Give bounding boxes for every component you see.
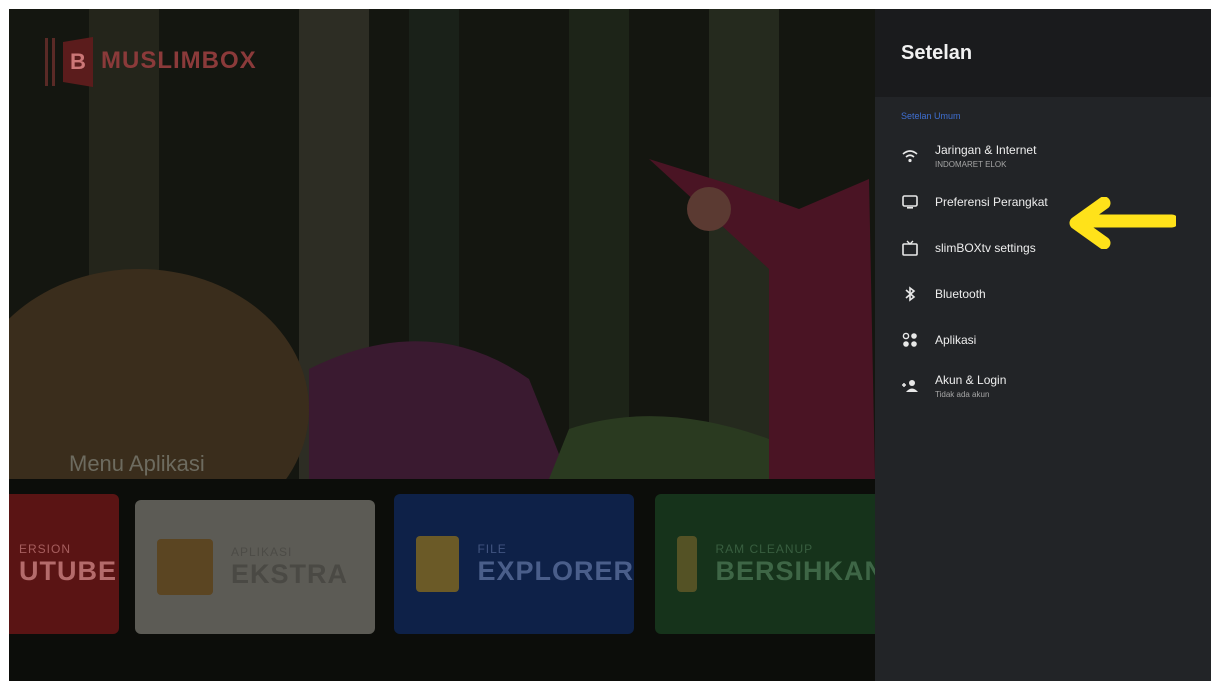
tile-small-label: ERSION (19, 541, 72, 556)
muslimbox-logo: B MUSLIMBOX (45, 37, 257, 87)
tile-big-label: EKSTRA (231, 558, 349, 589)
settings-item-bluetooth[interactable]: Bluetooth (875, 271, 1211, 317)
tile-file-explorer[interactable]: FILE EXPLORER (394, 494, 634, 634)
settings-item-label: Jaringan & Internet (935, 143, 1037, 157)
logo-mark-icon: B (63, 37, 93, 87)
wifi-icon (901, 147, 919, 165)
tile-small-label: FILE (477, 541, 507, 556)
settings-item-sublabel: INDOMARET ELOK (935, 160, 1007, 169)
section-label-general: Setelan Umum (901, 111, 961, 121)
logo-bars (45, 38, 55, 86)
yellow-arrow-annotation (1069, 197, 1176, 249)
tv-icon (901, 239, 919, 257)
apps-grid-icon (901, 331, 919, 349)
settings-item-sublabel: Tidak ada akun (935, 390, 990, 399)
settings-item-label: Bluetooth (935, 287, 986, 301)
tv-screen: B MUSLIMBOX Menu Aplikasi ERSION UTUBE A… (9, 9, 1211, 681)
settings-item-label: Aplikasi (935, 333, 977, 347)
brand-title: MUSLIMBOX (101, 46, 257, 74)
tile-big-label: UTUBE (19, 555, 117, 586)
settings-item-label: Akun & Login (935, 373, 1007, 387)
tile-aplikasi-ekstra[interactable]: APLIKASI EKSTRA (135, 500, 375, 634)
box-icon (157, 539, 213, 595)
folder-icon (416, 536, 460, 592)
menu-aplikasi-title: Menu Aplikasi (69, 451, 205, 476)
tile-ram-cleanup[interactable]: RAM CLEANUP BERSIHKAN (655, 494, 885, 634)
tile-small-label: RAM CLEANUP (715, 541, 814, 556)
settings-item-apps[interactable]: Aplikasi (875, 317, 1211, 363)
add-account-icon (901, 377, 919, 395)
settings-item-account[interactable]: Akun & Login Tidak ada akun (875, 363, 1211, 409)
tile-youtube[interactable]: ERSION UTUBE (9, 494, 119, 634)
settings-title: Setelan (875, 9, 1211, 97)
settings-item-label: Preferensi Perangkat (935, 195, 1048, 209)
tile-small-label: APLIKASI (231, 544, 293, 559)
app-tiles-row: ERSION UTUBE APLIKASI EKSTRA FILE EXPLOR… (9, 494, 885, 634)
settings-item-network[interactable]: Jaringan & Internet INDOMARET ELOK (875, 133, 1211, 179)
bluetooth-icon (901, 285, 919, 303)
monitor-icon (901, 193, 919, 211)
broom-icon (677, 536, 698, 592)
tile-big-label: EXPLORER (477, 555, 634, 586)
tile-big-label: BERSIHKAN (715, 555, 885, 586)
settings-panel: Setelan Setelan Umum Jaringan & Internet… (875, 9, 1211, 681)
settings-item-label: slimBOXtv settings (935, 241, 1036, 255)
launcher-background: B MUSLIMBOX Menu Aplikasi ERSION UTUBE A… (9, 9, 885, 681)
